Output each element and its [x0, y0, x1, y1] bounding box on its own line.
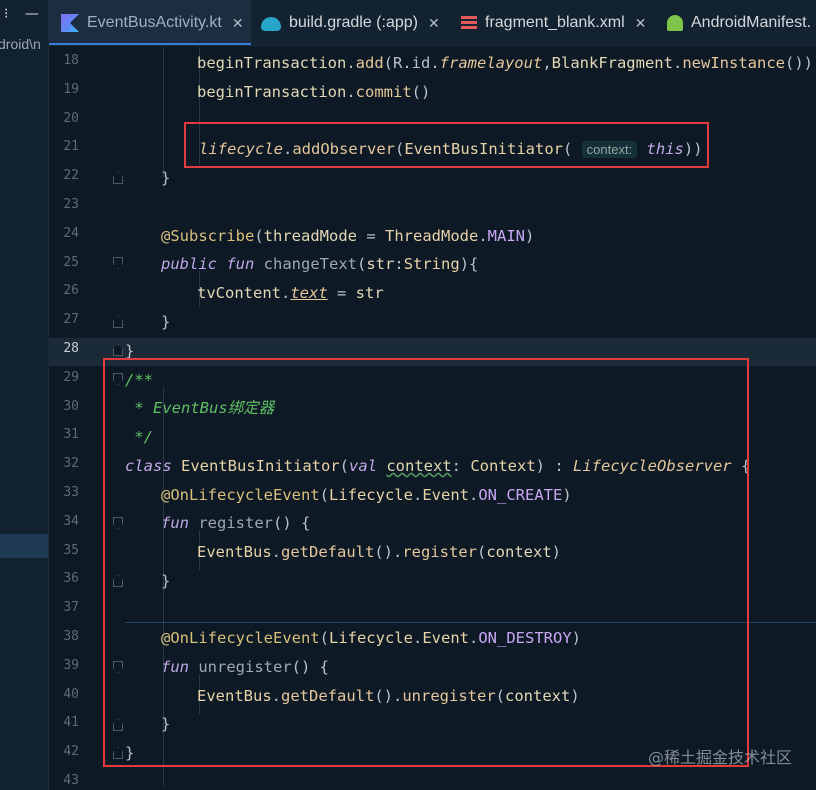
code-token: fun — [226, 255, 255, 273]
kotlin-file-icon — [61, 14, 79, 32]
code-token: str — [366, 255, 395, 273]
code-token: ThreadMode — [385, 227, 479, 245]
xml-layout-icon — [461, 16, 477, 30]
code-token: MAIN — [487, 227, 525, 245]
project-tree-selected-item[interactable] — [0, 534, 48, 558]
fold-marker-icon[interactable] — [113, 172, 123, 184]
tab-label: build.gradle (:app) — [289, 14, 418, 31]
code-token: ()) — [784, 54, 813, 72]
code-token: . — [346, 54, 356, 72]
line-number[interactable]: 26 — [49, 281, 79, 301]
code-token: : — [394, 255, 404, 273]
line-number[interactable]: 18 — [49, 51, 79, 71]
close-icon[interactable]: ✕ — [232, 15, 244, 32]
tab-label: EventBusActivity.kt — [87, 14, 222, 31]
code-line-18[interactable]: beginTransaction.add(R.id.framelayout,Bl… — [197, 49, 813, 77]
line-number[interactable]: 33 — [49, 483, 79, 503]
code-token: BlankFragment — [551, 54, 673, 72]
tab-build-gradle[interactable]: build.gradle (:app) ✕ — [261, 0, 451, 45]
tab-fragment-blank[interactable]: fragment_blank.xml ✕ — [461, 0, 661, 45]
close-icon[interactable]: ✕ — [635, 15, 647, 32]
line-number[interactable]: 22 — [49, 166, 79, 186]
code-token: . — [672, 54, 683, 72]
code-token: public — [161, 255, 217, 273]
code-line-27[interactable]: } — [161, 308, 170, 336]
code-token: beginTransaction — [197, 83, 347, 101]
line-number[interactable]: 24 — [49, 224, 79, 244]
project-panel: ⁝ — droid\n — [0, 0, 48, 790]
code-line-19[interactable]: beginTransaction.commit() — [197, 78, 430, 106]
code-token: , — [542, 54, 552, 72]
code-token: . — [281, 284, 291, 302]
code-line-25[interactable]: public fun changeText(str:String){ — [161, 250, 478, 278]
code-token: (R.id. — [383, 54, 440, 72]
line-number[interactable]: 37 — [49, 598, 79, 618]
code-token: . — [478, 227, 488, 245]
code-token: = — [327, 284, 356, 302]
code-token: framelayout — [439, 54, 543, 72]
code-line-26[interactable]: tvContent.text = str — [197, 279, 384, 307]
code-token: ( — [254, 227, 264, 245]
fold-marker-icon[interactable] — [113, 257, 123, 269]
line-number[interactable]: 19 — [49, 80, 79, 100]
line-number[interactable]: 40 — [49, 685, 79, 705]
line-number[interactable]: 23 — [49, 195, 79, 215]
line-number[interactable]: 27 — [49, 310, 79, 330]
line-number[interactable]: 34 — [49, 512, 79, 532]
code-line-24[interactable]: @Subscribe(threadMode = ThreadMode.MAIN) — [161, 222, 534, 250]
project-path-text[interactable]: droid\n — [0, 36, 41, 52]
editor-tab-bar: EventBusActivity.kt ✕ build.gradle (:app… — [49, 0, 816, 46]
code-token: () — [411, 83, 431, 101]
indent-guide — [163, 47, 164, 177]
fold-marker-icon[interactable] — [113, 316, 123, 328]
tab-label: AndroidManifest. — [691, 14, 812, 31]
highlight-box-initiator-class — [103, 358, 749, 767]
highlight-box-observer-call — [184, 122, 709, 168]
line-number[interactable]: 39 — [49, 656, 79, 676]
tab-eventbusactivity[interactable]: EventBusActivity.kt ✕ — [49, 0, 251, 45]
line-number[interactable]: 38 — [49, 627, 79, 647]
code-token: tvContent — [197, 284, 281, 302]
code-token: str — [355, 284, 384, 302]
line-number[interactable]: 28 — [49, 339, 79, 359]
code-token: ){ — [459, 255, 479, 273]
code-token: ( — [357, 255, 367, 273]
code-token: String — [403, 255, 460, 273]
line-number[interactable]: 36 — [49, 569, 79, 589]
line-number[interactable]: 35 — [49, 541, 79, 561]
code-token: @Subscribe — [161, 227, 255, 245]
code-token: . — [346, 83, 356, 101]
line-number[interactable]: 31 — [49, 425, 79, 445]
code-token: beginTransaction — [197, 54, 347, 72]
code-line-22[interactable]: } — [161, 164, 170, 192]
code-token: newInstance — [682, 54, 785, 72]
code-token: add — [355, 54, 384, 72]
line-number[interactable]: 20 — [49, 109, 79, 129]
tab-label: fragment_blank.xml — [485, 14, 625, 31]
line-number[interactable]: 30 — [49, 397, 79, 417]
code-token: commit — [355, 83, 412, 101]
code-token: ) — [525, 227, 535, 245]
code-token: text — [290, 284, 328, 302]
line-number[interactable]: 29 — [49, 368, 79, 388]
close-icon[interactable]: ✕ — [428, 15, 440, 32]
line-number[interactable]: 25 — [49, 253, 79, 273]
android-manifest-icon — [667, 15, 683, 31]
code-token: threadMode — [263, 227, 357, 245]
gradle-icon — [261, 17, 281, 31]
panel-menu-icon[interactable]: ⁝ — — [4, 6, 45, 22]
watermark: @稀土掘金技术社区 — [647, 748, 792, 767]
tab-android-manifest[interactable]: AndroidManifest. — [667, 0, 816, 45]
line-number[interactable]: 32 — [49, 454, 79, 474]
line-number[interactable]: 21 — [49, 137, 79, 157]
line-number[interactable]: 42 — [49, 742, 79, 762]
code-token: = — [357, 227, 385, 245]
code-token: changeText — [254, 255, 357, 273]
line-number[interactable]: 43 — [49, 771, 79, 790]
line-number[interactable]: 41 — [49, 713, 79, 733]
